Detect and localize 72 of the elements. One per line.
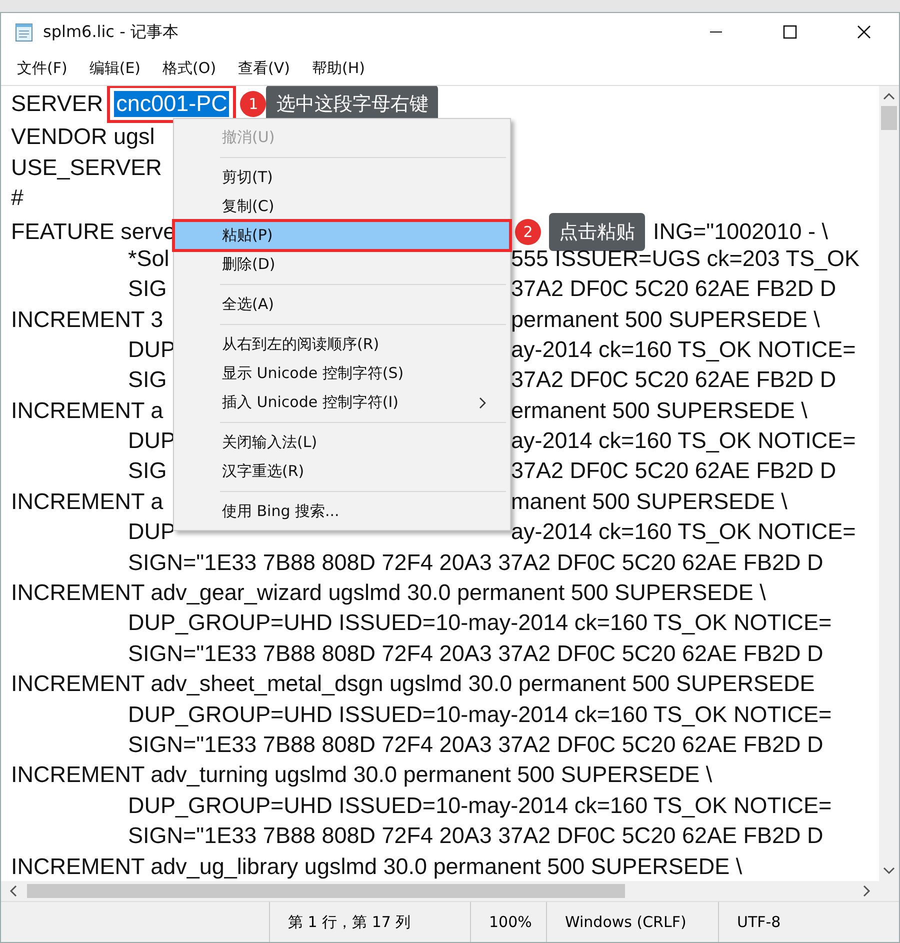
- text-line: INCREMENT adv_turning ugslmd 30.0 permanent 500 SUPERSEDE \: [11, 762, 712, 788]
- text-line: SIGN="1E33 7B88 808D 72F4 20A3 37A2 DF0C 5C20 62AE FB2D D: [128, 640, 824, 667]
- menu-item[interactable]: 从右到左的阅读顺序(R): [174, 330, 510, 359]
- menu-item[interactable]: 编辑(E): [89, 58, 141, 78]
- text-line: 37A2 DF0C 5C20 62AE FB2D D: [511, 458, 836, 484]
- status-text: Windows (CRLF): [546, 902, 718, 942]
- callout-label: 点击粘贴: [549, 213, 645, 252]
- chevron-right-icon: [479, 396, 486, 408]
- menu-item[interactable]: 使用 Bing 搜索...: [174, 497, 510, 526]
- text-line: ING="1002010 - \: [653, 219, 828, 246]
- window-title: splm6.lic - 记事本: [43, 22, 178, 42]
- text-line: SIGN="1E33 7B88 808D 72F4 20A3 37A2 DF0C 5C20 62AE FB2D D: [128, 732, 824, 758]
- text-line: 37A2 DF0C 5C20 62AE FB2D D: [511, 367, 836, 394]
- text-line: DUP: [128, 336, 176, 362]
- text-line: manent 500 SUPERSEDE \: [511, 488, 788, 515]
- text-line: *Sol: [128, 246, 170, 271]
- text-line: DUP: [128, 428, 176, 454]
- text-line: DUP: [128, 519, 176, 544]
- text-line: INCREMENT adv_gear_wizard ugslmd 30.0 permanent 500 SUPERSEDE \: [11, 580, 766, 606]
- text-line: SIG: [128, 367, 167, 392]
- text-line: SIGN="1E33 7B88 808D 72F4 20A3 37A2 DF0C 5C20 62AE FB2D D: [128, 823, 824, 850]
- text-line: ay-2014 ck=160 TS_OK NOTICE=: [511, 428, 856, 454]
- menu-item[interactable]: 关闭输入法(L): [174, 428, 510, 457]
- status-text: UTF-8: [718, 902, 899, 942]
- text-line: 37A2 DF0C 5C20 62AE FB2D D: [511, 276, 836, 302]
- menu-item[interactable]: 汉字重选(R): [174, 457, 510, 486]
- text-line: DUP_GROUP=UHD ISSUED=10-may-2014 ck=160 TS_OK NOTICE=: [128, 610, 832, 636]
- menu-item[interactable]: 剪切(T): [174, 163, 510, 192]
- menu-item[interactable]: 帮助(H): [312, 58, 365, 78]
- menu-item[interactable]: 复制(C): [174, 192, 510, 221]
- selected-text: cnc001-PC: [114, 91, 230, 117]
- menu-item[interactable]: 格式(O): [162, 58, 216, 78]
- scroll-up-icon[interactable]: [883, 92, 895, 100]
- menu-item[interactable]: 插入 Unicode 控制字符(I): [174, 388, 510, 417]
- text-line: INCREMENT adv_sheet_metal_dsgn ugslmd 30.0 permanent 500 SUPERSEDE: [11, 671, 815, 698]
- step-badge: 1: [240, 91, 266, 117]
- menu-item[interactable]: 粘贴(P): [174, 221, 510, 250]
- horizontal-scrollbar[interactable]: [1, 881, 879, 901]
- scroll-thumb[interactable]: [881, 106, 897, 130]
- scroll-down-icon[interactable]: [883, 867, 895, 875]
- text-line: SERVER: [11, 91, 104, 117]
- text-line: #: [11, 184, 24, 211]
- step-badge: 2: [515, 219, 541, 246]
- status-text: 第 1 行，第 17 列: [269, 902, 470, 942]
- menu-item[interactable]: 删除(D): [174, 250, 510, 279]
- scroll-left-icon[interactable]: [9, 885, 17, 897]
- text-line: SIG: [128, 458, 167, 484]
- text-line: INCREMENT a: [11, 398, 164, 423]
- text-line: DUP_GROUP=UHD ISSUED=10-may-2014 ck=160 TS_OK NOTICE=: [128, 792, 832, 819]
- notepad-icon: [15, 22, 33, 42]
- menu-item[interactable]: 查看(V): [238, 58, 290, 78]
- text-line: VENDOR ugsl: [11, 124, 155, 150]
- text-line: INCREMENT 3: [11, 306, 164, 332]
- text-line: DUP_GROUP=UHD ISSUED=10-may-2014 ck=160 TS_OK NOTICE=: [128, 702, 832, 728]
- menu-item[interactable]: 文件(F): [17, 58, 68, 78]
- text-line: USE_SERVER: [11, 154, 162, 181]
- text-line: SIGN="1E33 7B88 808D 72F4 20A3 37A2 DF0C 5C20 62AE FB2D D: [128, 550, 824, 576]
- scroll-right-icon[interactable]: [863, 885, 871, 897]
- menu-item[interactable]: 显示 Unicode 控制字符(S): [174, 359, 510, 388]
- vertical-scrollbar[interactable]: [879, 86, 899, 881]
- scroll-thumb[interactable]: [27, 884, 625, 898]
- maximize-icon[interactable]: [783, 25, 797, 39]
- text-line: ay-2014 ck=160 TS_OK NOTICE=: [511, 336, 856, 363]
- close-icon[interactable]: [857, 25, 871, 39]
- text-line: SIG: [128, 276, 167, 302]
- text-line: ermanent 500 SUPERSEDE \: [511, 398, 808, 424]
- text-line: permanent 500 SUPERSEDE \: [511, 306, 820, 333]
- text-line: ay-2014 ck=160 TS_OK NOTICE=: [511, 519, 856, 546]
- status-text: 100%: [470, 902, 546, 942]
- text-line: INCREMENT a: [11, 488, 164, 514]
- text-line: INCREMENT adv_ug_library ugslmd 30.0 permanent 500 SUPERSEDE \: [11, 854, 742, 880]
- menu-item[interactable]: 全选(A): [174, 290, 510, 319]
